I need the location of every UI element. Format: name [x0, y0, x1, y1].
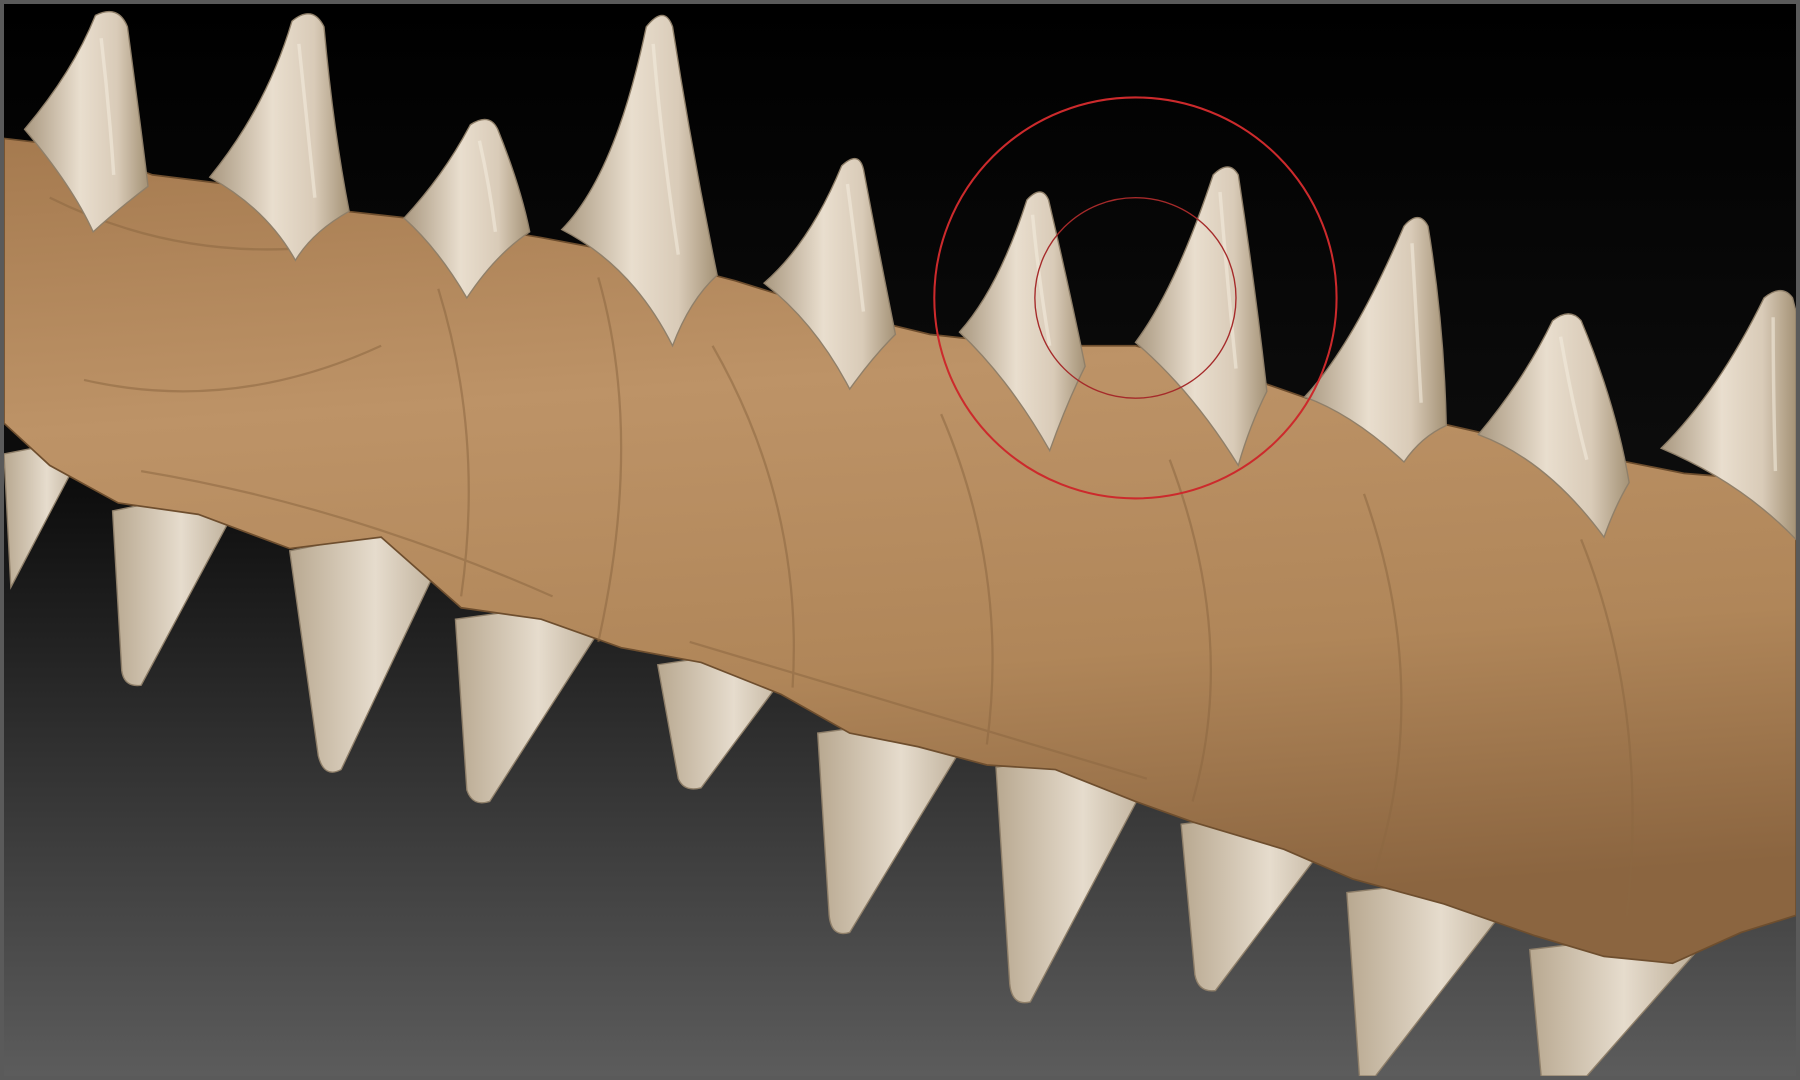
- 3d-viewport[interactable]: [0, 0, 1800, 1080]
- sculpt-canvas[interactable]: [4, 4, 1796, 1076]
